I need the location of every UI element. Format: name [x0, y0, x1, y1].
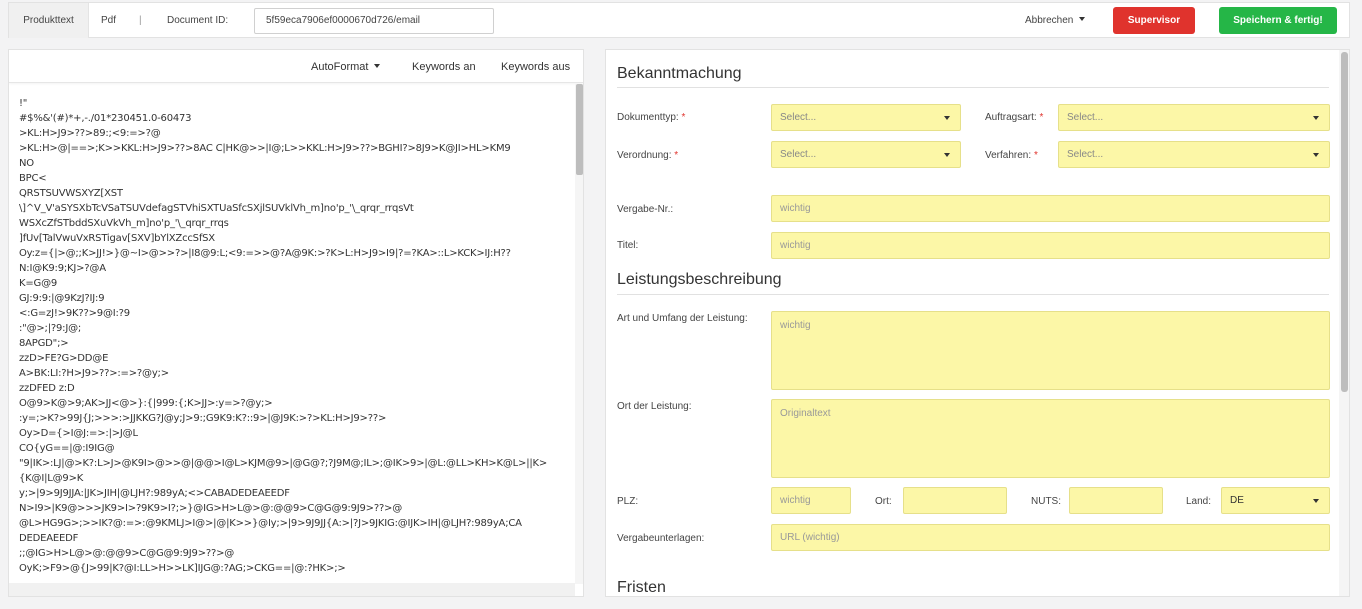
titel-field[interactable]: wichtig — [771, 232, 1330, 259]
dokumenttyp-value: Select... — [780, 112, 817, 123]
keywords-off-button[interactable]: Keywords aus — [501, 50, 570, 84]
autoformat-dropdown[interactable]: AutoFormat — [311, 50, 381, 84]
land-select[interactable]: DE — [1221, 487, 1330, 514]
tab-produkttext[interactable]: Produkttext — [9, 3, 89, 38]
abbrechen-dropdown[interactable]: Abbrechen — [1025, 3, 1086, 38]
chevron-down-icon — [944, 153, 950, 157]
land-value: DE — [1230, 495, 1244, 506]
text-line: >KL:H>J9>??>89:;<9:=>?@ — [19, 128, 161, 139]
verordnung-value: Select... — [780, 149, 817, 160]
text-line: GJ:9:9:|@9KzJ?IJ:9 — [19, 293, 105, 304]
text-line: :y=;>K?>99J{J;>>>:>JJKKG?J@y;J>9:;G9K9:K… — [19, 413, 387, 424]
product-text-content[interactable]: !" #$%&'(#)*+,-./01*230451.0-60473 >KL:H>J… — [19, 96, 575, 576]
horizontal-scrollbar[interactable] — [9, 583, 575, 596]
top-bar: Produkttext Pdf | Document ID: 5f59eca79… — [8, 2, 1350, 38]
text-line: Oy:z={|>@;;K>JJ!>}@~I>@>>?>|I8@9:L;<9:=>… — [19, 248, 511, 259]
text-line: @L>HG9G>;>>IK?@:=>:@9KMLJ>I@>|@|K>>}@Iy;… — [19, 518, 522, 529]
chevron-down-icon — [1313, 116, 1319, 120]
plz-field[interactable]: wichtig — [771, 487, 851, 514]
verfahren-label: Verfahren: * — [985, 150, 1038, 161]
vergabe-nr-label: Vergabe-Nr.: — [617, 204, 674, 215]
verordnung-label: Verordnung: * — [617, 150, 679, 161]
autoformat-label: AutoFormat — [311, 61, 369, 73]
text-line: DEDEAEEDF — [19, 533, 79, 544]
text-line: y;>|9>9J9JJA:|JK>JIH|@LJH?:989yA;<>CABAD… — [19, 488, 290, 499]
nuts-field[interactable] — [1069, 487, 1163, 514]
text-line: N>I9>|K9@>>>JK9>I>?9K9>I?;>}@IG>H>L@>@:@… — [19, 503, 403, 514]
product-text-panel: AutoFormat Keywords an Keywords aus !" #$… — [8, 49, 584, 597]
form-panel: Bekanntmachung Dokumenttyp: * Select... … — [605, 49, 1350, 597]
art-umfang-textarea[interactable]: wichtig — [771, 311, 1330, 390]
plz-label: PLZ: — [617, 496, 639, 507]
text-line: Oy>D={>I@J:=>:|>J@L — [19, 428, 138, 439]
text-line: WSXcZfSTbddSXuVkVh_m]no'p_'\_qrqr_rrqs — [19, 218, 229, 229]
vergabeunterlagen-field[interactable]: URL (wichtig) — [771, 524, 1330, 551]
text-line: #$%&'(#)*+,-./01*230451.0-60473 — [19, 113, 192, 124]
text-line: ]fUv[TalVwuVxRSTigav[SXV]bYlXZccSfSX — [19, 233, 215, 244]
supervisor-button[interactable]: Supervisor — [1113, 7, 1195, 34]
document-id-label: Document ID: — [167, 15, 229, 26]
text-line: BPC< — [19, 173, 47, 184]
text-line: ;;@IG>H>L@>@:@@9>C@G@9:9J9>??>@ — [19, 548, 235, 559]
tab-separator: | — [139, 15, 142, 26]
chevron-down-icon — [944, 116, 950, 120]
vergabeunterlagen-label: Vergabeunterlagen: — [617, 533, 705, 544]
ort-leistung-textarea[interactable]: Originaltext — [771, 399, 1330, 478]
text-line: "9|IK>:LJ|@>K?:L>J>@K9I>@>>@|@@>I@L>KJM@… — [19, 458, 548, 469]
ort-field[interactable] — [903, 487, 1007, 514]
section-divider — [617, 294, 1329, 295]
chevron-down-icon — [1313, 499, 1319, 503]
text-line: >KL:H>@|==>;K>>KKL:H>J9>??>8AC C|HK@>>|I… — [19, 143, 511, 154]
auftragsart-value: Select... — [1067, 112, 1104, 123]
tab-pdf[interactable]: Pdf — [101, 3, 116, 38]
ort-label: Ort: — [875, 496, 892, 507]
section-title-fristen: Fristen — [617, 579, 666, 596]
save-finish-button[interactable]: Speichern & fertig! — [1219, 7, 1337, 34]
section-divider — [617, 87, 1329, 88]
text-line: OyK;>F9>@{J>99|K?@I:LL>H>>LK]IJG@:?AG;>C… — [19, 563, 346, 574]
vergabe-nr-field[interactable]: wichtig — [771, 195, 1330, 222]
verordnung-select[interactable]: Select... — [771, 141, 961, 168]
section-title-leistungsbeschreibung: Leistungsbeschreibung — [617, 271, 782, 288]
chevron-down-icon — [1313, 153, 1319, 157]
text-line: QRSTSUVWSXYZ[XST — [19, 188, 123, 199]
document-id-field[interactable]: 5f59eca7906ef0000670d726/email — [254, 8, 494, 34]
ort-leistung-label: Ort der Leistung: — [617, 401, 692, 412]
text-line: zzDFED z:D — [19, 383, 75, 394]
text-line: CO{yG==|@:I9IG@ — [19, 443, 115, 454]
vertical-scrollbar-thumb[interactable] — [576, 84, 583, 175]
auftragsart-select[interactable]: Select... — [1058, 104, 1330, 131]
dokumenttyp-label: Dokumenttyp: * — [617, 112, 686, 123]
verfahren-select[interactable]: Select... — [1058, 141, 1330, 168]
section-title-bekanntmachung: Bekanntmachung — [617, 65, 742, 82]
abbrechen-label: Abbrechen — [1025, 15, 1074, 26]
text-line: 8APGD";> — [19, 338, 69, 349]
text-line: N:I@K9:9;KJ>?@A — [19, 263, 106, 274]
text-line: {K@I|L@9>K — [19, 473, 84, 484]
chevron-down-icon — [374, 64, 381, 69]
text-line: :"@>;|?9:J@; — [19, 323, 82, 334]
keywords-on-button[interactable]: Keywords an — [412, 50, 476, 84]
text-line: K=G@9 — [19, 278, 58, 289]
nuts-label: NUTS: — [1031, 496, 1061, 507]
verfahren-value: Select... — [1067, 149, 1104, 160]
text-line: <:G=zJ!>9K??>9@I:?9 — [19, 308, 130, 319]
text-line: zzD>FE?G>DD@E — [19, 353, 109, 364]
text-line: \]^V_V'aSYSXbTcVSaTSUVdefagSTVhiSXTUaSfc… — [19, 203, 414, 214]
text-line: O@9>K@>9;AK>JJ<@>}:{|999:{;K>JJ>:y=>?@y;… — [19, 398, 273, 409]
land-label: Land: — [1186, 496, 1212, 507]
auftragsart-label: Auftragsart: * — [985, 112, 1044, 123]
text-toolbar: AutoFormat Keywords an Keywords aus — [9, 50, 583, 83]
text-line: A>BK:LI:?H>J9>??>:=>?@y;> — [19, 368, 169, 379]
chevron-down-icon — [1079, 17, 1086, 22]
text-line: NO — [19, 158, 34, 169]
dokumenttyp-select[interactable]: Select... — [771, 104, 961, 131]
art-umfang-label: Art und Umfang der Leistung: — [617, 313, 748, 324]
vertical-scrollbar-thumb[interactable] — [1341, 52, 1348, 392]
text-line: !" — [19, 98, 28, 109]
titel-label: Titel: — [617, 240, 639, 251]
